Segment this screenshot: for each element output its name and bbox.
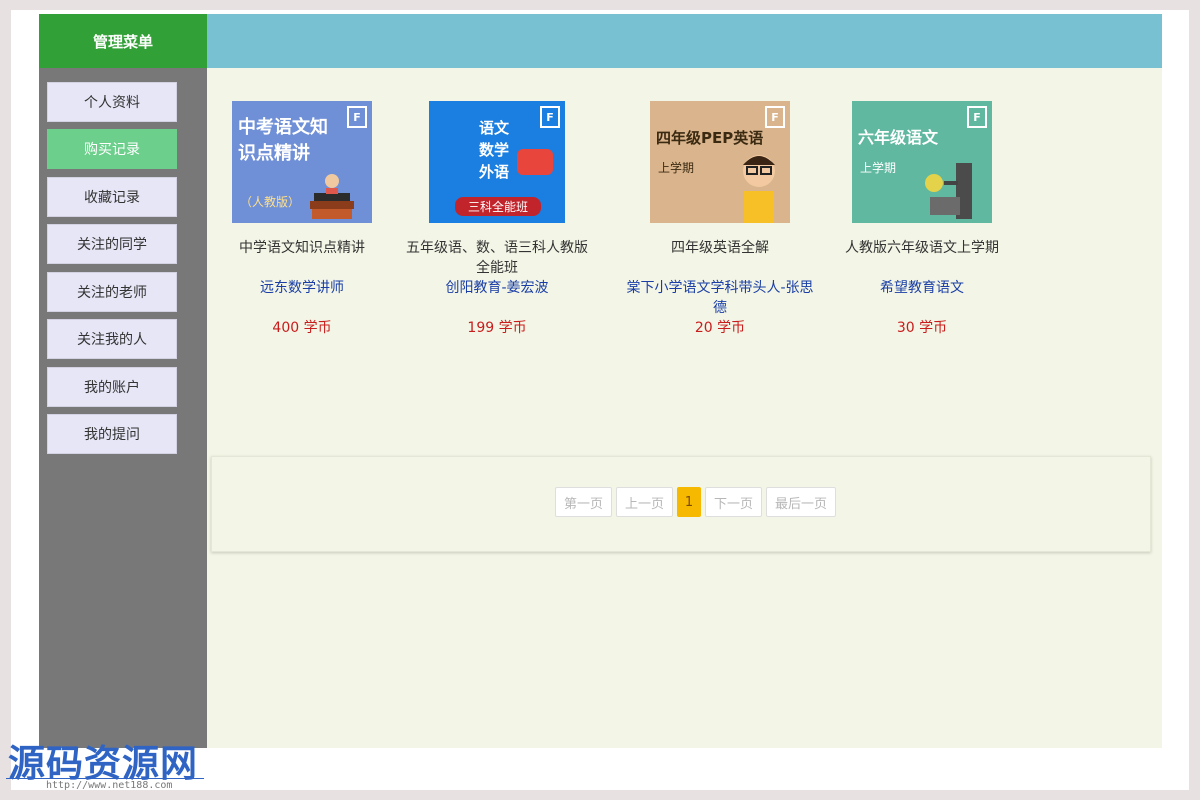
sidebar-item-purchases[interactable]: 购买记录 (47, 129, 177, 169)
f-logo-icon: F (967, 106, 987, 128)
f-logo-icon: F (347, 106, 367, 128)
thumb-subtitle: 上学期 (658, 161, 695, 175)
sidebar-item-followers[interactable]: 关注我的人 (47, 319, 177, 359)
current-page-button[interactable]: 1 (677, 487, 702, 517)
course-card: 中考语文知 识点精讲 （人教版） F 中学语文知识点精讲 远东数学讲师 400 … (207, 101, 397, 337)
sidebar-item-favorites[interactable]: 收藏记录 (47, 177, 177, 217)
main-content: 中考语文知 识点精讲 （人教版） F 中学语文知识点精讲 远东数学讲师 400 … (207, 68, 1162, 748)
watermark-divider (6, 778, 204, 779)
course-price: 30 学币 (896, 320, 948, 336)
sidebar: 个人资料 购买记录 收藏记录 关注的同学 关注的老师 关注我的人 我的账户 我的… (39, 68, 207, 748)
course-teacher[interactable]: 希望教育语文 (827, 277, 1017, 297)
pagination-panel: 第一页 上一页 1 下一页 最后一页 (211, 456, 1151, 552)
course-thumbnail[interactable]: 四年级PEP英语 上学期 F (650, 101, 790, 223)
books-illustration-icon (310, 174, 354, 219)
first-page-button[interactable]: 第一页 (555, 487, 613, 517)
boy-illustration-icon (743, 155, 775, 223)
course-thumbnail[interactable]: 语文 数学 外语 三科全能班 F (429, 101, 565, 223)
course-price: 400 学币 (272, 320, 332, 336)
thumb-title: 语文 数学 外语 (479, 119, 510, 181)
sidebar-item-followed-teachers[interactable]: 关注的老师 (47, 272, 177, 312)
thumb-subtitle: （人教版） (240, 195, 301, 209)
pagination: 第一页 上一页 1 下一页 最后一页 (555, 487, 837, 517)
top-edge (959, 10, 1011, 13)
thumb-title: 六年级语文 (858, 128, 939, 147)
course-card: 六年级语文 上学期 F 人教版六年级语文上学期 希望教育语文 30 学币 (827, 101, 1017, 337)
course-thumbnail[interactable]: 中考语文知 识点精讲 （人教版） F (232, 101, 372, 223)
course-thumbnail[interactable]: 六年级语文 上学期 F (852, 101, 992, 223)
sidebar-item-followed-classmates[interactable]: 关注的同学 (47, 224, 177, 264)
thumb-title: 中考语文知 识点精讲 (238, 117, 328, 164)
course-name[interactable]: 五年级语、数、语三科人教版全能班 (402, 237, 592, 276)
thumb-subtitle: 上学期 (860, 161, 897, 175)
sidebar-item-profile[interactable]: 个人资料 (47, 82, 177, 122)
course-price: 199 学币 (467, 320, 527, 336)
last-page-button[interactable]: 最后一页 (766, 487, 837, 517)
sidebar-item-questions[interactable]: 我的提问 (47, 414, 177, 454)
f-logo-icon: F (540, 106, 560, 128)
course-teacher[interactable]: 创阳教育-姜宏波 (402, 277, 592, 297)
menu-title: 管理菜单 (39, 14, 207, 68)
course-price: 20 学币 (694, 320, 746, 336)
course-card: 语文 数学 外语 三科全能班 F 五年级语、数、语三科人教版全能班 创阳教育-姜… (402, 101, 592, 337)
page: 管理菜单 个人资料 购买记录 收藏记录 关注的同学 关注的老师 关注我的人 我的… (11, 10, 1189, 790)
header-bar (207, 14, 1162, 68)
next-page-button[interactable]: 下一页 (705, 487, 763, 517)
badge-icon (517, 149, 553, 175)
course-card: 四年级PEP英语 上学期 F 四年级英语全解 棠下小学语文学科带头人-张思德 2… (620, 101, 820, 337)
course-teacher[interactable]: 远东数学讲师 (207, 277, 397, 297)
course-teacher[interactable]: 棠下小学语文学科带头人-张思德 (620, 277, 820, 316)
sidebar-item-account[interactable]: 我的账户 (47, 367, 177, 407)
course-name[interactable]: 四年级英语全解 (620, 237, 820, 257)
prev-page-button[interactable]: 上一页 (616, 487, 674, 517)
course-name[interactable]: 中学语文知识点精讲 (207, 237, 397, 257)
course-name[interactable]: 人教版六年级语文上学期 (827, 237, 1017, 257)
thumb-subtitle: 三科全能班 (455, 197, 541, 216)
machine-illustration-icon (925, 163, 972, 219)
watermark-url: http://www.net188.com (46, 780, 173, 791)
f-logo-icon: F (765, 106, 785, 128)
